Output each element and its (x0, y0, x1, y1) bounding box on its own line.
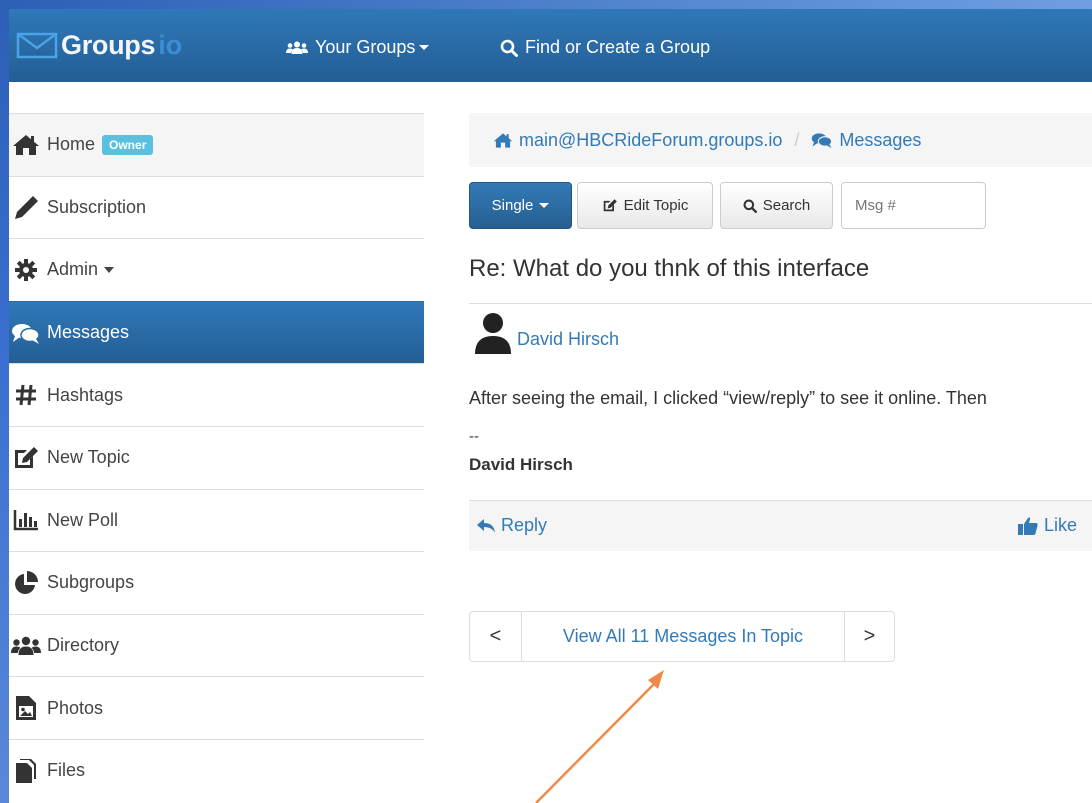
find-create-label: Find or Create a Group (525, 37, 711, 57)
message-body: After seeing the email, I clicked “view/… (469, 388, 987, 408)
brand-suffix: io (158, 29, 183, 60)
breadcrumb-separator: / (794, 129, 800, 150)
bar-chart-icon (9, 506, 43, 534)
sidebar: Home Owner Subscription Admin Messages H… (9, 113, 424, 802)
sidebar-item-label: Directory (47, 635, 120, 656)
edit-topic-label: Edit Topic (623, 197, 689, 214)
search-label: Search (762, 197, 811, 214)
like-label: Like (1044, 515, 1078, 535)
search-button[interactable]: Search (720, 182, 833, 229)
chevron-down-icon (104, 266, 115, 273)
sidebar-item-home[interactable]: Home Owner (9, 113, 424, 176)
home-icon (493, 132, 513, 148)
sidebar-item-label: Hashtags (47, 384, 124, 405)
edit-topic-button[interactable]: Edit Topic (577, 182, 713, 229)
pie-chart-icon (9, 569, 43, 597)
sidebar-item-label: Files (47, 760, 86, 781)
breadcrumb: main@HBCRideForum.groups.io / Messages (469, 113, 1092, 167)
divider (469, 303, 1092, 304)
sidebar-item-label: New Topic (47, 447, 130, 468)
brand-logo[interactable]: Groups io (15, 25, 182, 65)
sidebar-item-subscription[interactable]: Subscription (9, 175, 424, 239)
your-groups-dropdown[interactable]: Your Groups (286, 37, 430, 58)
message-number-input[interactable] (841, 182, 986, 229)
top-navbar: Groups io Your Groups Find or Create a G… (9, 9, 1092, 82)
message-author: David Hirsch (474, 312, 619, 354)
single-view-dropdown[interactable]: Single (469, 182, 572, 229)
home-icon (9, 131, 43, 159)
files-icon (9, 757, 43, 785)
frame-top (0, 0, 1092, 9)
your-groups-label: Your Groups (315, 37, 416, 57)
breadcrumb-group-link[interactable]: main@HBCRideForum.groups.io (493, 130, 782, 151)
sidebar-item-new-poll[interactable]: New Poll (9, 488, 424, 552)
previous-message-button[interactable]: < (470, 612, 522, 661)
sidebar-item-admin[interactable]: Admin (9, 238, 424, 301)
view-all-messages-link[interactable]: View All 11 Messages In Topic (522, 612, 845, 661)
sidebar-item-label: Subscription (47, 196, 147, 217)
author-name-link[interactable]: David Hirsch (517, 329, 619, 350)
sidebar-item-messages[interactable]: Messages (9, 300, 424, 364)
owner-badge: Owner (102, 134, 154, 155)
hashtag-icon (9, 381, 43, 409)
user-avatar-icon (475, 313, 511, 354)
sidebar-item-label: Photos (47, 697, 104, 718)
sidebar-item-label: Admin (47, 259, 99, 280)
topic-title: Re: What do you thnk of this interface (469, 255, 870, 282)
chevron-down-icon (539, 203, 550, 208)
sidebar-item-photos[interactable]: Photos (9, 676, 424, 739)
users-icon (9, 632, 43, 660)
sidebar-item-subgroups[interactable]: Subgroups (9, 551, 424, 614)
brand-name: Groups (61, 29, 156, 60)
single-label: Single (491, 197, 534, 214)
users-icon (286, 41, 308, 54)
sidebar-item-label: New Poll (47, 509, 119, 530)
edit-icon (603, 199, 617, 212)
comments-icon (812, 133, 833, 149)
comments-icon (9, 319, 43, 347)
envelope-icon (16, 32, 58, 59)
sidebar-item-label: Home (47, 134, 96, 155)
photo-icon (9, 694, 43, 722)
topic-pager: < View All 11 Messages In Topic > (469, 611, 895, 662)
next-message-button[interactable]: > (845, 612, 894, 661)
breadcrumb-messages-label: Messages (839, 129, 922, 150)
reply-icon (477, 518, 495, 533)
sidebar-item-label: Subgroups (47, 572, 135, 593)
sidebar-item-label: Messages (47, 322, 130, 343)
chevron-down-icon (419, 45, 430, 50)
signature-separator: -- (469, 428, 479, 445)
reply-label: Reply (501, 515, 548, 535)
frame-strip (0, 0, 9, 803)
breadcrumb-group-label: main@HBCRideForum.groups.io (519, 129, 783, 150)
signature-name: David Hirsch (469, 455, 573, 474)
sidebar-item-new-topic[interactable]: New Topic (9, 425, 424, 489)
thumbs-up-icon (1018, 516, 1038, 535)
breadcrumb-messages-link[interactable]: Messages (811, 130, 921, 151)
sidebar-item-hashtags[interactable]: Hashtags (9, 363, 424, 426)
pencil-icon (9, 193, 43, 221)
sidebar-item-directory[interactable]: Directory (9, 613, 424, 677)
search-icon (500, 39, 518, 57)
sidebar-item-files[interactable]: Files (9, 738, 424, 802)
search-icon (743, 199, 757, 213)
gear-icon (9, 256, 43, 284)
message-footer: Reply Like (469, 501, 1092, 551)
edit-icon (9, 444, 43, 472)
like-button[interactable]: Like (1017, 515, 1077, 536)
reply-button[interactable]: Reply (476, 515, 547, 536)
find-create-group-link[interactable]: Find or Create a Group (500, 37, 710, 58)
